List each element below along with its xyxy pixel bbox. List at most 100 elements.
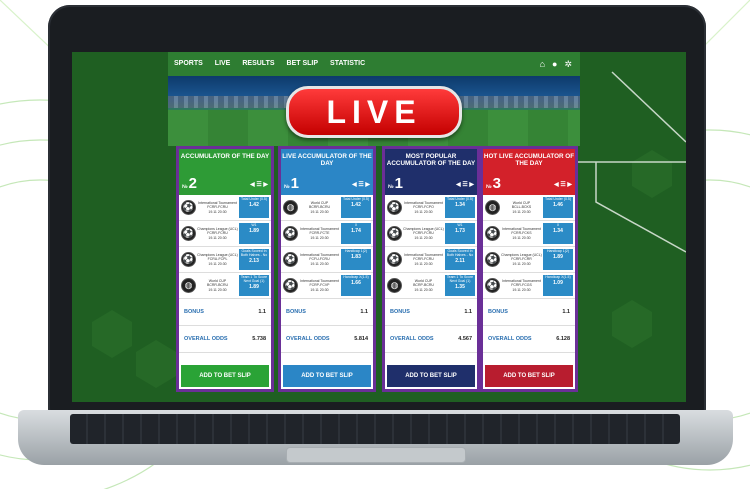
soccer-ball-icon: ⚽	[485, 278, 500, 293]
odd-market: Handicap 1(2)	[547, 249, 569, 253]
match-row[interactable]: ⚽ Champions League (UCL) FCRR-FCRR 19.11 2…	[483, 247, 575, 273]
overall-odds-row: OVERALL ODDS 5.814	[281, 326, 373, 353]
match-row[interactable]: ⚽ International Tournament FCRR-FCRU 19.11…	[385, 247, 477, 273]
card-number: №1	[388, 175, 403, 192]
match-row[interactable]: ⚽ Champions League (UCL) FCRU-FCPL 19.11 2…	[179, 247, 271, 273]
odd-market: Total Under (0.5)	[446, 197, 474, 201]
soccer-ball-icon: ⚽	[283, 252, 298, 267]
overall-odds-label: OVERALL ODDS	[184, 336, 228, 342]
match-date: 19.11 20:30	[512, 209, 531, 214]
match-info: International Tournament FCRP-FCVP 19.11 2…	[298, 279, 341, 292]
bonus-row: BONUS 1.1	[483, 299, 575, 326]
number-value: 2	[188, 175, 197, 192]
keyboard	[70, 414, 680, 444]
odd-box[interactable]: Total Under (0.5) 1.46	[543, 197, 573, 218]
match-row[interactable]: ◍ World CUP BCRR-BCRU 19.11 20:30 Total Un…	[281, 195, 373, 221]
soccer-ball-icon: ⚽	[283, 278, 298, 293]
odd-box[interactable]: Goals Scored In Both Halves - No 2.11	[445, 249, 475, 270]
odd-box[interactable]: Handicap X(1.5) 1.09	[543, 275, 573, 296]
card-nav[interactable]: ◀ ☰ ▶	[456, 181, 474, 188]
match-info: International Tournament FCRR-FCPO 19.11 2…	[402, 201, 445, 214]
card-number: №3	[486, 175, 501, 192]
card-nav[interactable]: ◀ ☰ ▶	[352, 181, 370, 188]
basketball-icon: ◍	[181, 278, 196, 293]
add-to-bet-slip-button[interactable]: ADD TO BET SLIP	[181, 365, 269, 387]
gear-icon[interactable]: ✲	[564, 59, 572, 70]
bonus-row: BONUS 1.1	[281, 299, 373, 326]
add-to-bet-slip-button[interactable]: ADD TO BET SLIP	[387, 365, 475, 387]
bonus-value: 1.1	[258, 309, 266, 315]
add-to-bet-slip-button[interactable]: ADD TO BET SLIP	[485, 365, 573, 387]
odd-market: Total Under (0.5)	[240, 197, 268, 201]
match-date: 19.11 20:30	[208, 287, 227, 292]
overall-odds-value: 5.738	[252, 336, 266, 342]
nav-statistic[interactable]: STATISTIC	[324, 52, 371, 76]
match-row[interactable]: ⚽ International Tournament FCRR-FCPO 19.11…	[385, 195, 477, 221]
card-nav[interactable]: ◀ ☰ ▶	[250, 181, 268, 188]
soccer-ball-icon: ⚽	[181, 252, 196, 267]
match-info: International Tournament FCRR-FCRU 19.11 2…	[196, 201, 239, 214]
bonus-row: BONUS 1.1	[385, 299, 477, 326]
odd-box[interactable]: Team 1 To Score Next Goal (1) 1.89	[239, 275, 269, 296]
match-row[interactable]: ⚽ International Tournament FCRR-FCTE 19.11…	[281, 221, 373, 247]
odd-value: 1.66	[351, 280, 361, 287]
match-row[interactable]: ⚽ International Tournament FCRR-FCKS 19.11…	[483, 221, 575, 247]
user-icon[interactable]: ●	[552, 59, 557, 70]
match-row[interactable]: ◍ World CUP BCRP-BCRU 19.11 20:30 Team 1 T…	[385, 273, 477, 299]
accumulator-card: MOST POPULAR ACCUMULATOR OF THE DAY №1 ◀…	[382, 146, 480, 392]
match-date: 19.11 20:30	[512, 235, 531, 240]
odd-box[interactable]: Total Under (0.5) 1.42	[239, 197, 269, 218]
accumulator-card: HOT LIVE ACCUMULATOR OF THE DAY №3 ◀ ☰ ▶…	[480, 146, 578, 392]
odd-box[interactable]: X 1.34	[543, 223, 573, 244]
match-row[interactable]: ◍ World CUP BCRR-BCRU 19.11 20:30 Team 1 T…	[179, 273, 271, 299]
match-row[interactable]: ◍ World CUP BCLL-BCKS 19.11 20:30 Total Un…	[483, 195, 575, 221]
bonus-value: 1.1	[562, 309, 570, 315]
add-to-bet-slip-button[interactable]: ADD TO BET SLIP	[283, 365, 371, 387]
card-title: HOT LIVE ACCUMULATOR OF THE DAY	[483, 153, 575, 167]
match-row[interactable]: ⚽ International Tournament FCRR-FCRU 19.11…	[179, 195, 271, 221]
match-row[interactable]: ⚽ International Tournament FCRR-FCGS 19.11…	[483, 273, 575, 299]
card-header: MOST POPULAR ACCUMULATOR OF THE DAY №1 ◀…	[385, 149, 477, 195]
odd-box[interactable]: Handicap X(1.5) 1.66	[341, 275, 371, 296]
match-info: World CUP BCLL-BCKS 19.11 20:30	[500, 201, 543, 214]
match-date: 19.11 20:30	[414, 209, 433, 214]
odd-box[interactable]: Handicap 1(2) 1.83	[341, 249, 371, 270]
overall-odds-value: 4.567	[458, 336, 472, 342]
nav-live[interactable]: LIVE	[209, 52, 237, 76]
odd-market: Handicap X(1.5)	[343, 275, 369, 279]
odd-box[interactable]: W1 1.89	[239, 223, 269, 244]
live-badge: LIVE	[286, 86, 462, 138]
match-date: 19.11 20:30	[310, 287, 329, 292]
overall-odds-row: OVERALL ODDS 5.738	[179, 326, 271, 353]
match-date: 19.11 20:30	[512, 287, 531, 292]
number-value: 3	[492, 175, 501, 192]
card-nav[interactable]: ◀ ☰ ▶	[554, 181, 572, 188]
odd-box[interactable]: Total Under (0.5) 1.34	[445, 197, 475, 218]
odd-box[interactable]: Handicap 1(2) 1.89	[543, 249, 573, 270]
nav-results[interactable]: RESULTS	[236, 52, 280, 76]
odd-value: 1.46	[553, 202, 563, 209]
match-row[interactable]: ⚽ Champions League (UCL) FCRR-FCRU 19.11 2…	[179, 221, 271, 247]
bonus-label: BONUS	[488, 309, 508, 315]
match-row[interactable]: ⚽ International Tournament FCFU-FCRU 19.11…	[281, 247, 373, 273]
basketball-icon: ◍	[283, 200, 298, 215]
odd-market: X	[354, 223, 358, 227]
odd-value: 1.35	[455, 284, 465, 291]
match-row[interactable]: ⚽ International Tournament FCRP-FCVP 19.11…	[281, 273, 373, 299]
nav-sports[interactable]: SPORTS	[168, 52, 209, 76]
overall-odds-value: 5.814	[354, 336, 368, 342]
laptop-screen: SPORTS LIVE RESULTS BET SLIP STATISTIC ⌂…	[72, 52, 686, 402]
match-date: 19.11 20:30	[414, 287, 433, 292]
nav-bet-slip[interactable]: BET SLIP	[281, 52, 325, 76]
odd-value: 2.11	[455, 258, 465, 265]
odd-box[interactable]: W1 1.73	[445, 223, 475, 244]
odd-box[interactable]: Total Under (0.5) 1.42	[341, 197, 371, 218]
odd-box[interactable]: Goals Scored In Both Halves - No 2.13	[239, 249, 269, 270]
match-date: 19.11 20:30	[310, 261, 329, 266]
odd-box[interactable]: Team 1 To Score Next Goal (1) 1.35	[445, 275, 475, 296]
match-info: World CUP BCRR-BCRU 19.11 20:30	[196, 279, 239, 292]
match-row[interactable]: ⚽ Champions League (UCL) FCRR-FCRU 19.11 2…	[385, 221, 477, 247]
home-icon[interactable]: ⌂	[540, 59, 545, 70]
card-title: LIVE ACCUMULATOR OF THE DAY	[282, 153, 372, 167]
odd-box[interactable]: X 1.74	[341, 223, 371, 244]
